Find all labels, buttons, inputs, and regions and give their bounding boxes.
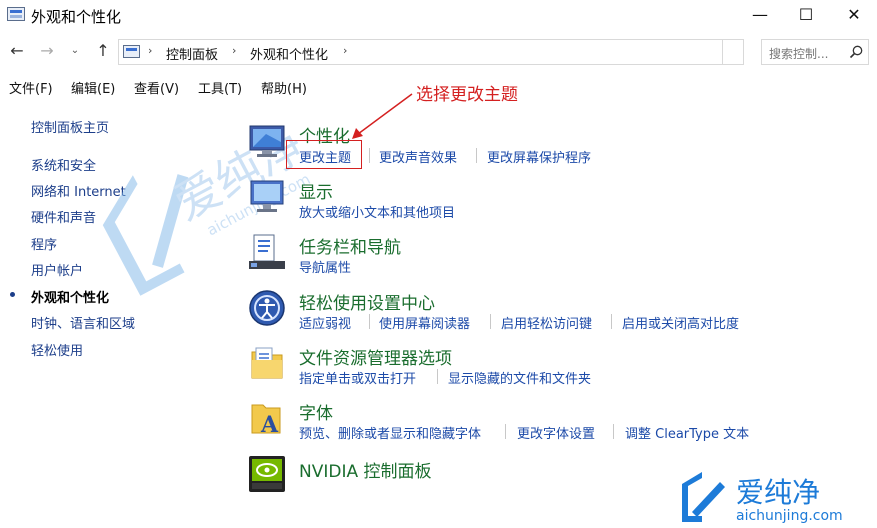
menu-file[interactable]: 文件(F): [9, 78, 53, 97]
annotation-label: 选择更改主题: [416, 85, 518, 105]
forward-button[interactable]: →: [36, 40, 58, 62]
link-screen-reader[interactable]: 使用屏幕阅读器: [379, 313, 470, 332]
close-button[interactable]: ✕: [831, 0, 877, 30]
address-dropdown-button[interactable]: [722, 39, 744, 65]
display-icon[interactable]: [248, 178, 286, 216]
link-divider: [476, 148, 477, 163]
ease-of-access-icon[interactable]: [248, 289, 286, 327]
link-divider: [490, 314, 491, 329]
link-divider: [437, 369, 438, 384]
menu-help[interactable]: 帮助(H): [261, 78, 307, 97]
link-divider: [369, 314, 370, 329]
sidebar-item-programs[interactable]: 程序: [31, 234, 57, 253]
search-icon[interactable]: [848, 44, 864, 60]
back-button[interactable]: ←: [6, 40, 28, 62]
category-title-nvidia[interactable]: NVIDIA 控制面板: [299, 457, 432, 482]
personalization-icon[interactable]: [248, 122, 286, 160]
sidebar-item-clock-region[interactable]: 时钟、语言和区域: [31, 313, 135, 332]
link-single-double-click[interactable]: 指定单击或双击打开: [299, 368, 416, 387]
category-title-ease-of-access[interactable]: 轻松使用设置中心: [299, 289, 435, 314]
watermark-corner-brand: 爱纯净: [736, 476, 820, 509]
taskbar-icon[interactable]: [248, 233, 286, 271]
address-bar[interactable]: › 控制面板 › 外观和个性化 ›: [118, 39, 744, 65]
breadcrumb-separator: ›: [148, 44, 153, 57]
window-title: 外观和个性化: [31, 8, 122, 26]
watermark-corner-logo: 爱纯净 aichunjing.com: [682, 472, 843, 524]
category-title-file-explorer[interactable]: 文件资源管理器选项: [299, 344, 452, 369]
search-input[interactable]: 搜索控制...: [761, 39, 869, 65]
link-high-contrast[interactable]: 启用或关闭高对比度: [622, 313, 739, 332]
annotation-highlight-box: [286, 140, 362, 169]
search-placeholder: 搜索控制...: [769, 47, 829, 61]
title-bar: 外观和个性化 — ☐ ✕: [0, 0, 877, 30]
link-zoom-text[interactable]: 放大或缩小文本和其他项目: [299, 202, 455, 221]
link-divider: [611, 314, 612, 329]
recent-locations-dropdown[interactable]: ⌄: [64, 40, 86, 62]
breadcrumb-separator: ›: [343, 44, 348, 57]
breadcrumb-appearance[interactable]: 外观和个性化: [250, 44, 328, 63]
maximize-button[interactable]: ☐: [783, 0, 829, 30]
link-change-screen-saver[interactable]: 更改屏幕保护程序: [487, 147, 591, 166]
control-panel-icon: [7, 7, 25, 21]
category-title-fonts[interactable]: 字体: [299, 399, 333, 424]
link-accessibility-keys[interactable]: 启用轻松访问键: [501, 313, 592, 332]
menu-view[interactable]: 查看(V): [134, 78, 179, 97]
category-title-taskbar[interactable]: 任务栏和导航: [299, 233, 401, 258]
minimize-button[interactable]: —: [737, 0, 783, 30]
control-panel-icon: [123, 45, 140, 58]
link-divider: [369, 148, 370, 163]
up-button[interactable]: ↑: [92, 40, 114, 62]
current-page-bullet: [10, 292, 15, 297]
sidebar-item-user-accounts[interactable]: 用户帐户: [31, 260, 83, 279]
link-preview-fonts[interactable]: 预览、删除或者显示和隐藏字体: [299, 423, 481, 442]
link-optimize-visual[interactable]: 适应弱视: [299, 313, 351, 332]
folder-options-icon[interactable]: [248, 344, 286, 382]
svg-text:A: A: [260, 412, 279, 437]
link-navigation-properties[interactable]: 导航属性: [299, 257, 351, 276]
breadcrumb-control-panel[interactable]: 控制面板: [166, 44, 218, 63]
link-change-sound-effects[interactable]: 更改声音效果: [379, 147, 457, 166]
link-divider: [505, 424, 506, 439]
menu-tools[interactable]: 工具(T): [198, 78, 242, 97]
address-row: ← → ⌄ ↑ › 控制面板 › 外观和个性化 › 搜索控制...: [0, 34, 877, 68]
watermark-corner-site: aichunjing.com: [736, 508, 843, 524]
link-divider: [613, 424, 614, 439]
category-title-display[interactable]: 显示: [299, 178, 333, 203]
fonts-icon[interactable]: A: [248, 399, 286, 437]
breadcrumb-separator: ›: [232, 44, 237, 57]
sidebar-item-ease-of-access[interactable]: 轻松使用: [31, 340, 83, 359]
link-show-hidden-files[interactable]: 显示隐藏的文件和文件夹: [448, 368, 591, 387]
link-cleartype[interactable]: 调整 ClearType 文本: [625, 423, 749, 442]
nvidia-icon[interactable]: [248, 455, 286, 493]
link-font-settings[interactable]: 更改字体设置: [517, 423, 595, 442]
menu-edit[interactable]: 编辑(E): [71, 78, 115, 97]
